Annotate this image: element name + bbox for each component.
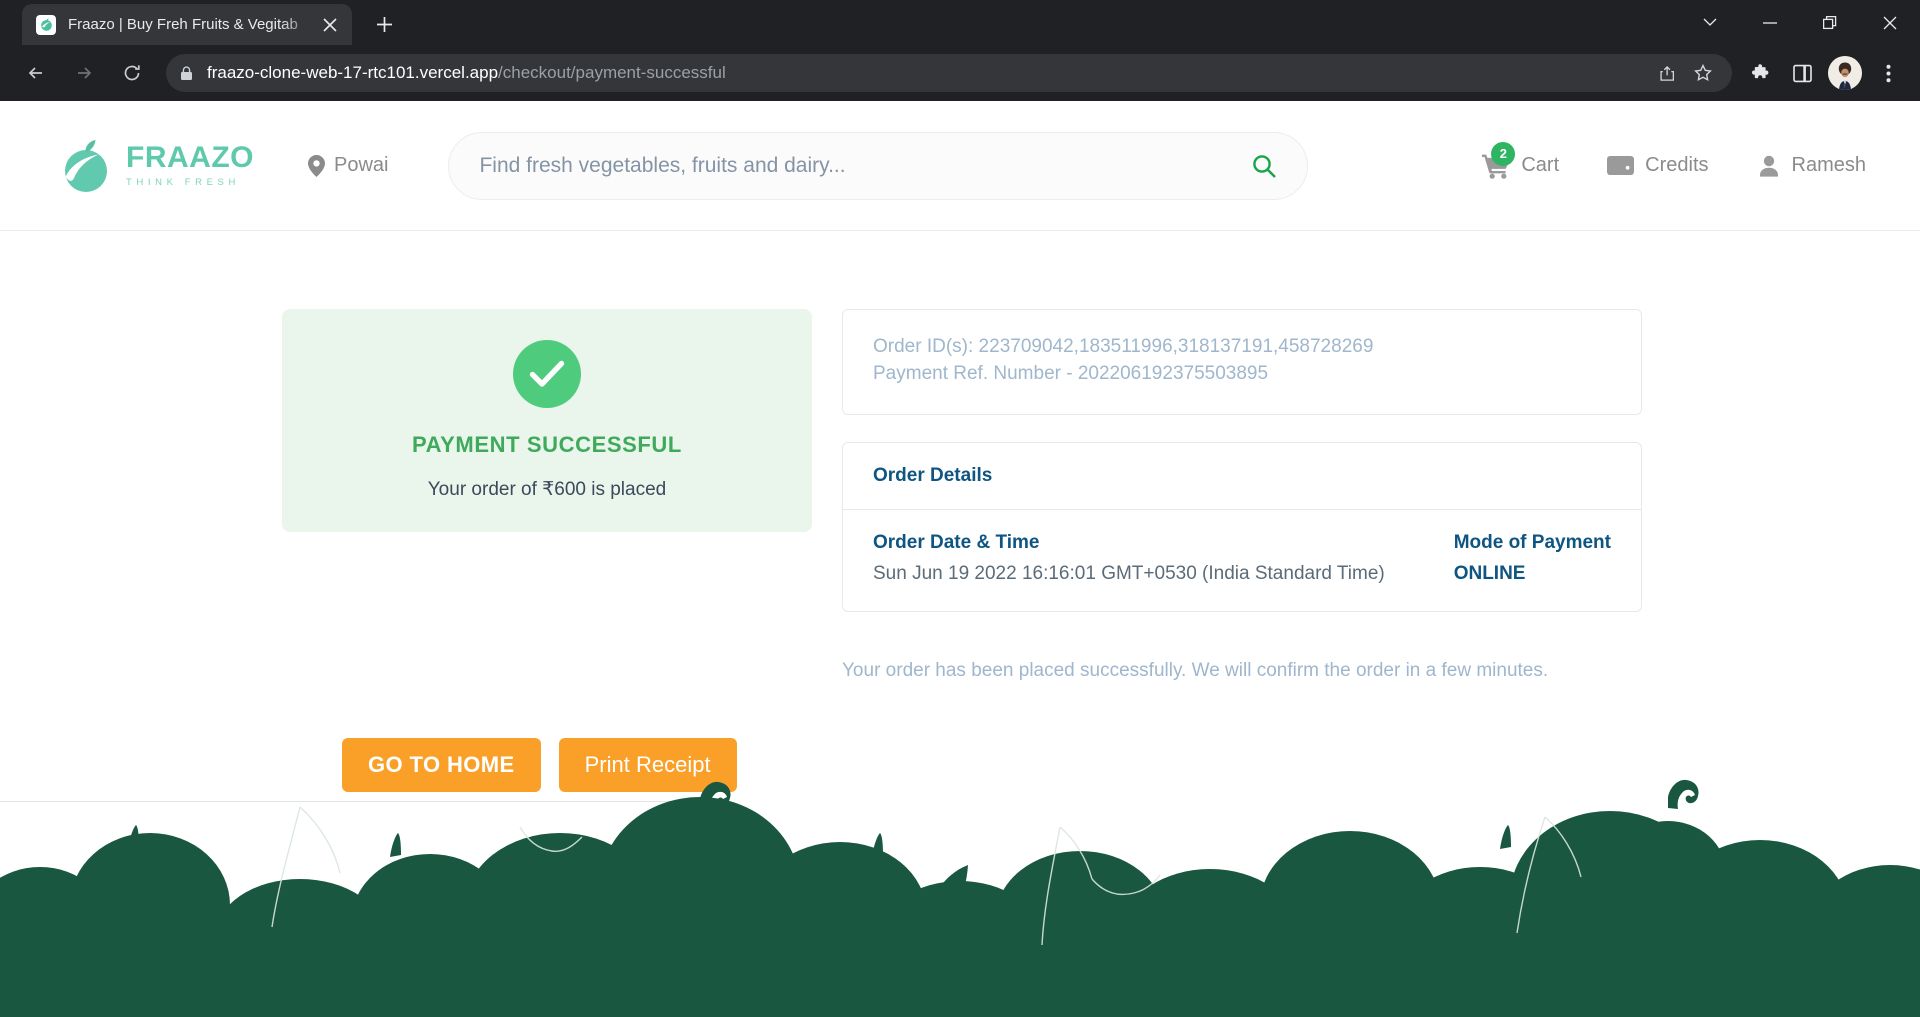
nav-item-credits[interactable]: Credits	[1607, 154, 1709, 177]
location-label: Powai	[333, 154, 389, 176]
share-icon[interactable]	[1652, 58, 1682, 88]
fraazo-logo[interactable]: FRAAZO THINK FRESH	[54, 135, 254, 197]
vegetable-silhouette-art	[0, 757, 1920, 1017]
search-bar[interactable]	[448, 131, 1309, 200]
url-host: fraazo-clone-web-17-rtc101.vercel.app	[207, 63, 499, 82]
page-viewport: FRAAZO THINK FRESH Powai Find fresh vege…	[0, 101, 1920, 1017]
search-icon[interactable]	[1251, 153, 1277, 179]
forward-button[interactable]	[65, 54, 103, 92]
avatar	[1828, 56, 1862, 90]
nav-item-account[interactable]: Ramesh	[1757, 154, 1866, 178]
location-pin-icon	[307, 154, 325, 177]
window-close-icon[interactable]	[1860, 0, 1920, 45]
right-column: Order ID(s): 223709042,183511996,3181371…	[842, 309, 1642, 682]
puzzle-icon[interactable]	[1742, 53, 1782, 93]
shopping-cart-icon: 2	[1482, 141, 1516, 179]
site-header: FRAAZO THINK FRESH Powai Find fresh vege…	[0, 101, 1920, 231]
side-panel-icon[interactable]	[1782, 53, 1822, 93]
user-icon	[1757, 154, 1781, 178]
tab-search-icon[interactable]	[1680, 0, 1740, 45]
footer-divider	[0, 801, 725, 802]
main-content: PAYMENT SUCCESSFUL Your order of ₹600 is…	[0, 231, 1920, 792]
location-selector[interactable]: Powai	[307, 154, 389, 177]
nav-label-credits: Credits	[1645, 154, 1709, 176]
tab-strip: Fraazo | Buy Freh Fruits & Vegitab	[0, 0, 1920, 45]
search-input[interactable]	[479, 153, 1252, 178]
action-buttons: GO TO HOME Print Receipt	[0, 737, 1920, 792]
omnibox-actions	[1652, 58, 1718, 88]
wallet-icon	[1607, 155, 1635, 176]
nav-label-account: Ramesh	[1791, 154, 1866, 176]
order-details-card: Order Details Order Date & Time Sun Jun …	[842, 441, 1642, 612]
payment-mode-block: Mode of Payment ONLINE	[1414, 532, 1611, 585]
address-bar[interactable]: fraazo-clone-web-17-rtc101.vercel.app/ch…	[166, 54, 1732, 92]
tab-title: Fraazo | Buy Freh Fruits & Vegitab	[68, 16, 298, 33]
star-icon[interactable]	[1688, 58, 1718, 88]
logo-name: FRAAZO	[126, 141, 254, 175]
order-confirmation-note: Your order has been placed successfully.…	[842, 659, 1549, 681]
url-text: fraazo-clone-web-17-rtc101.vercel.app/ch…	[207, 63, 726, 83]
logo-tagline: THINK FRESH	[126, 177, 240, 189]
cart-badge: 2	[1491, 141, 1516, 166]
payment-ref-line: Payment Ref. Number - 202206192375503895	[873, 362, 1269, 384]
print-receipt-button[interactable]: Print Receipt	[558, 737, 737, 792]
tab-close-icon[interactable]	[318, 13, 342, 37]
left-column: PAYMENT SUCCESSFUL Your order of ₹600 is…	[282, 309, 812, 682]
go-to-home-button[interactable]: GO TO HOME	[342, 737, 541, 792]
payment-status-title: PAYMENT SUCCESSFUL	[412, 432, 682, 457]
order-date-block: Order Date & Time Sun Jun 19 2022 16:16:…	[873, 532, 1414, 585]
order-ids-line: Order ID(s): 223709042,183511996,3181371…	[873, 336, 1374, 357]
payment-mode-value: ONLINE	[1453, 562, 1526, 584]
kebab-menu-icon[interactable]	[1868, 53, 1908, 93]
order-date-value: Sun Jun 19 2022 16:16:01 GMT+0530 (India…	[873, 562, 1385, 584]
browser-window: Fraazo | Buy Freh Fruits & Vegitab fraaz…	[0, 0, 1920, 1017]
browser-toolbar: fraazo-clone-web-17-rtc101.vercel.app/ch…	[0, 45, 1920, 101]
nav-item-cart[interactable]: 2 Cart	[1482, 141, 1560, 179]
header-nav: 2 Cart Credits Ramesh	[1482, 141, 1866, 179]
url-path: /checkout/payment-successful	[498, 63, 726, 82]
payment-amount-text: Your order of ₹600 is placed	[427, 479, 667, 500]
leaf-apple-icon	[65, 139, 107, 192]
payment-success-card: PAYMENT SUCCESSFUL Your order of ₹600 is…	[282, 309, 812, 532]
browser-tab[interactable]: Fraazo | Buy Freh Fruits & Vegitab	[22, 4, 352, 45]
order-ids-card: Order ID(s): 223709042,183511996,3181371…	[842, 309, 1642, 415]
order-details-heading: Order Details	[843, 443, 1641, 510]
check-circle-icon	[513, 340, 581, 408]
new-tab-button[interactable]	[366, 6, 402, 42]
reload-button[interactable]	[113, 54, 151, 92]
back-button[interactable]	[17, 54, 55, 92]
window-controls	[1680, 0, 1920, 45]
maximize-icon[interactable]	[1800, 0, 1860, 45]
profile-avatar[interactable]	[1828, 56, 1862, 90]
payment-mode-label: Mode of Payment	[1453, 531, 1611, 553]
fraazo-favicon	[36, 14, 56, 35]
minimize-icon[interactable]	[1740, 0, 1800, 45]
order-date-label: Order Date & Time	[873, 531, 1040, 553]
lock-icon	[180, 65, 193, 81]
nav-label-cart: Cart	[1521, 154, 1560, 176]
